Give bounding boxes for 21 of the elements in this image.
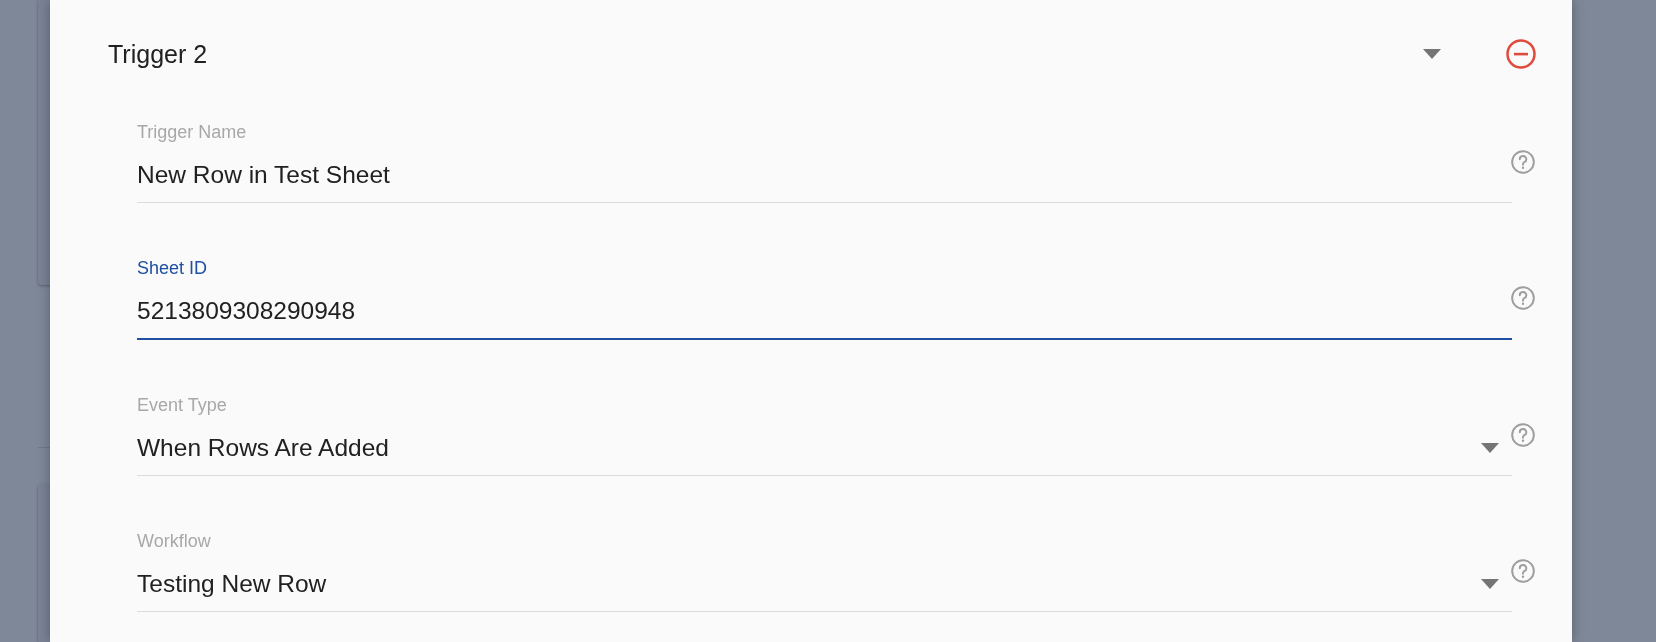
dropdown-field[interactable]: Event Type When Rows Are Added xyxy=(137,395,1512,476)
field-label: Workflow xyxy=(137,531,212,551)
field-value: Testing New Row xyxy=(137,569,328,599)
input-field[interactable]: Trigger Name New Row in Test Sheet xyxy=(137,122,1512,203)
help-icon[interactable] xyxy=(1510,149,1536,175)
field-value: When Rows Are Added xyxy=(137,433,390,463)
help-icon[interactable] xyxy=(1510,285,1536,311)
dropdown-caret-icon[interactable] xyxy=(1481,443,1499,453)
input-field[interactable]: Sheet ID 5213809308290948 xyxy=(137,258,1512,340)
help-icon[interactable] xyxy=(1510,422,1536,448)
help-icon[interactable] xyxy=(1510,558,1536,584)
remove-icon[interactable] xyxy=(1505,38,1537,70)
field-label: Sheet ID xyxy=(137,258,209,278)
collapse-caret-icon[interactable] xyxy=(1423,49,1441,59)
field-value: New Row in Test Sheet xyxy=(137,160,391,190)
dropdown-field[interactable]: Workflow Testing New Row xyxy=(137,531,1512,612)
dropdown-caret-icon[interactable] xyxy=(1481,579,1499,589)
field-label: Event Type xyxy=(137,395,228,415)
trigger-title: Trigger 2 xyxy=(108,39,209,69)
field-label: Trigger Name xyxy=(137,122,248,142)
field-value: 5213809308290948 xyxy=(137,296,356,326)
